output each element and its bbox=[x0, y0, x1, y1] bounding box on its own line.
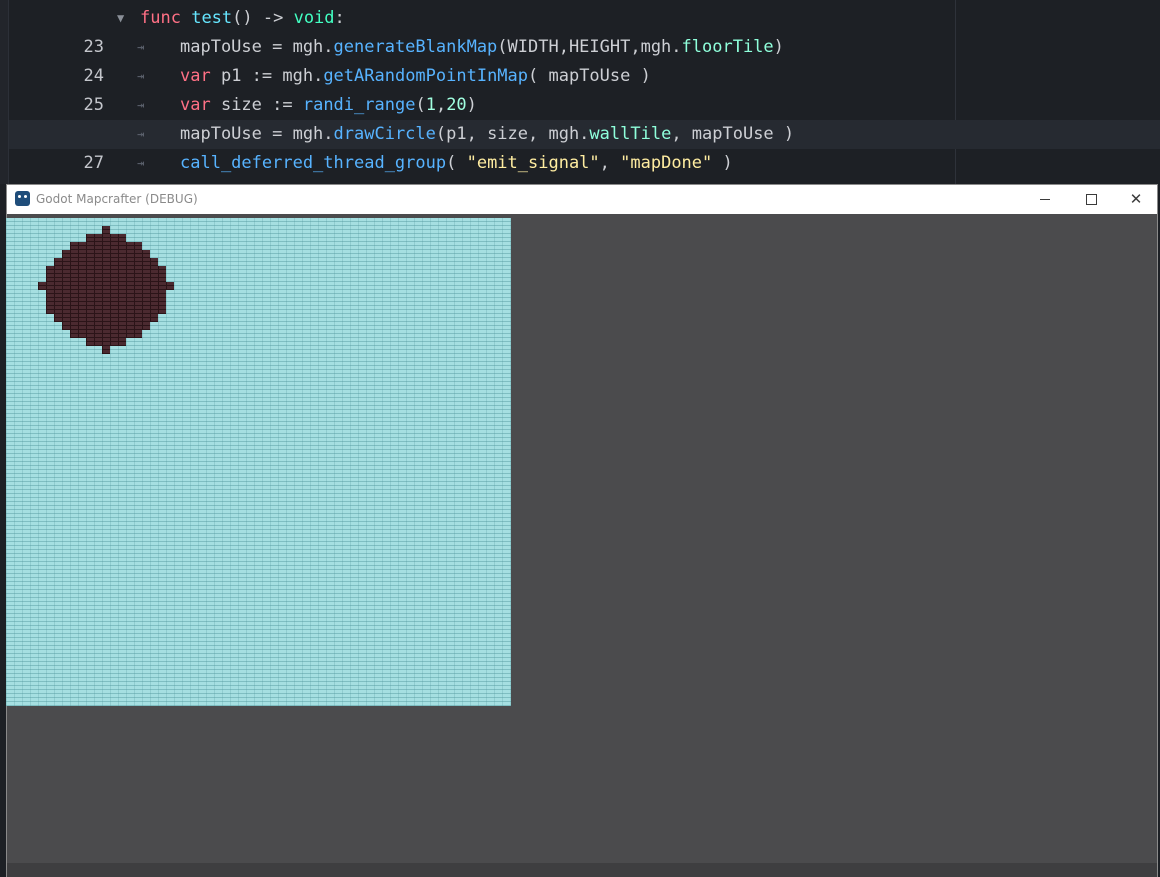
fold-chevron-down-icon[interactable]: ▼ bbox=[117, 4, 124, 33]
close-icon: ✕ bbox=[1129, 190, 1143, 208]
wall-tile-row bbox=[46, 266, 166, 274]
wall-tile-row bbox=[46, 290, 166, 298]
tab-indent-icon: ⇥ bbox=[137, 127, 145, 141]
close-button[interactable]: ✕ bbox=[1113, 185, 1159, 214]
maximize-button[interactable] bbox=[1068, 185, 1114, 214]
wall-tile-row bbox=[70, 330, 142, 338]
wall-tile-row bbox=[46, 306, 166, 314]
wall-tile-row bbox=[62, 322, 150, 330]
wall-tile-row bbox=[46, 274, 166, 282]
code-line[interactable]: 26 ⇥ var size := randi_range(1,20) bbox=[9, 91, 1160, 144]
window-titlebar[interactable]: Godot Mapcrafter (DEBUG) ✕ bbox=[7, 185, 1157, 214]
wall-tile-row bbox=[62, 250, 150, 258]
window-bottom-bar bbox=[7, 863, 1157, 877]
tab-indent-icon: ⇥ bbox=[137, 40, 145, 54]
wall-tile-row bbox=[46, 298, 166, 306]
code-line[interactable]: 24 ⇥ mapToUse = mgh.generateBlankMap(WID… bbox=[9, 33, 1160, 86]
code-line[interactable]: 28 ⇥ call_deferred_thread_group( "emit_s… bbox=[9, 149, 1160, 202]
code-text: call_deferred_thread_group( "emit_signal… bbox=[180, 153, 733, 173]
wall-tile-row bbox=[86, 234, 126, 242]
wall-tile-row bbox=[70, 242, 142, 250]
game-window[interactable]: Godot Mapcrafter (DEBUG) ✕ bbox=[6, 184, 1158, 877]
tab-indent-icon: ⇥ bbox=[137, 69, 145, 83]
maximize-icon bbox=[1085, 194, 1097, 205]
editor-gutter-edge bbox=[0, 0, 9, 184]
code-line[interactable]: 25 ⇥ var p1 := mgh.getARandomPointInMap(… bbox=[9, 62, 1160, 115]
wall-tile-row bbox=[102, 226, 110, 234]
wall-tile-row bbox=[86, 338, 126, 346]
wall-tile-row bbox=[54, 314, 158, 322]
code-text: mapToUse = mgh.generateBlankMap(WIDTH,HE… bbox=[180, 37, 784, 57]
code-editor[interactable]: 23 ▼ func test() -> void: 24 ⇥ mapToUse … bbox=[0, 0, 1160, 202]
tab-indent-icon: ⇥ bbox=[137, 98, 145, 112]
code-text: var size := randi_range(1,20) bbox=[180, 95, 477, 115]
window-title: Godot Mapcrafter (DEBUG) bbox=[36, 192, 198, 206]
wall-tile-row bbox=[38, 282, 174, 290]
minimize-button[interactable] bbox=[1022, 185, 1068, 214]
minimize-icon bbox=[1040, 199, 1050, 200]
code-line[interactable]: 23 ▼ func test() -> void: bbox=[9, 4, 1160, 57]
code-line-current[interactable]: 27 ⇥ mapToUse = mgh.drawCircle(p1, size,… bbox=[9, 120, 1160, 173]
godot-icon bbox=[15, 191, 30, 206]
tab-indent-icon: ⇥ bbox=[137, 156, 145, 170]
wall-tile-row bbox=[102, 346, 110, 354]
map-view[interactable] bbox=[6, 218, 511, 706]
code-text: func test() -> void: bbox=[140, 8, 345, 28]
code-text: mapToUse = mgh.drawCircle(p1, size, mgh.… bbox=[180, 124, 795, 144]
wall-tile-row bbox=[54, 258, 158, 266]
code-text: var p1 := mgh.getARandomPointInMap( mapT… bbox=[180, 66, 651, 86]
